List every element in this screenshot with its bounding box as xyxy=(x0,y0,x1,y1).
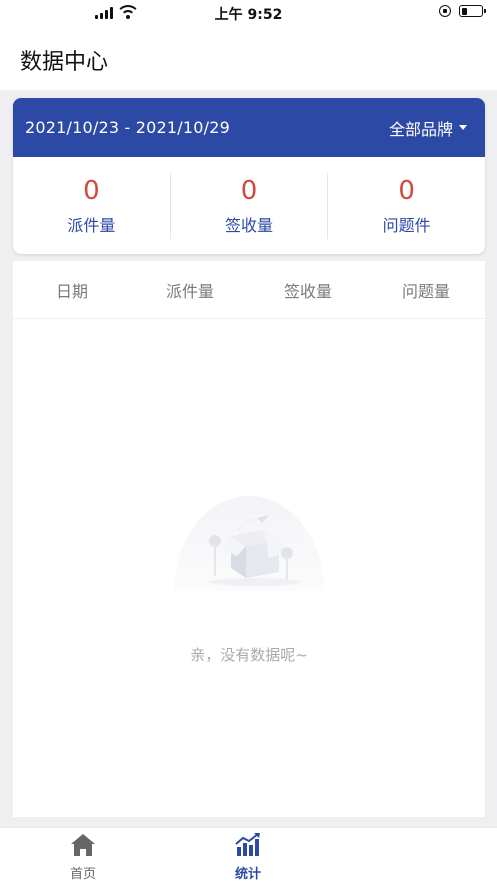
metric-label: 派件量 xyxy=(67,215,116,235)
column-header-problem: 问题量 xyxy=(401,281,450,301)
metric-label: 签收量 xyxy=(225,215,274,235)
tab-statistics[interactable]: 统计 xyxy=(218,833,278,882)
metric-signed[interactable]: 0 签收量 xyxy=(171,172,329,239)
summary-card: 2021/10/23 - 2021/10/29 全部品牌 0 派件量 0 签收量… xyxy=(13,98,485,254)
date-range-picker[interactable]: 2021/10/23 - 2021/10/29 xyxy=(25,118,230,137)
metric-value: 0 xyxy=(240,175,258,206)
table-header: 日期 派件量 签收量 问题量 xyxy=(13,261,485,319)
metric-value: 0 xyxy=(398,175,415,206)
bar-chart-icon xyxy=(235,833,260,856)
status-bar: 上午 9:52 xyxy=(0,0,497,26)
rotation-lock-icon xyxy=(439,5,451,17)
metrics-row: 0 派件量 0 签收量 0 问题件 xyxy=(13,157,485,254)
brand-filter-label: 全部品牌 xyxy=(388,119,453,139)
tab-label: 首页 xyxy=(69,867,96,882)
tab-label: 统计 xyxy=(234,867,261,882)
column-header-signed: 签收量 xyxy=(283,281,332,301)
stats-table: 日期 派件量 签收量 问题量 亲，没有数据呢~ xyxy=(13,261,485,817)
empty-box-illustration xyxy=(169,496,329,596)
summary-card-header: 2021/10/23 - 2021/10/29 全部品牌 xyxy=(13,98,485,157)
column-header-date: 日期 xyxy=(55,281,88,301)
battery-icon xyxy=(459,5,486,17)
metric-value: 0 xyxy=(83,175,100,206)
tab-bar: 首页 统计 xyxy=(0,827,497,883)
metric-label: 问题件 xyxy=(382,215,431,235)
metric-dispatch[interactable]: 0 派件量 xyxy=(13,172,171,239)
column-header-dispatch: 派件量 xyxy=(165,281,214,301)
page-title: 数据中心 xyxy=(20,50,109,75)
status-right xyxy=(439,5,486,17)
brand-filter-dropdown[interactable]: 全部品牌 xyxy=(389,116,467,140)
caret-down-icon xyxy=(459,125,467,130)
empty-state: 亲，没有数据呢~ xyxy=(13,496,485,665)
metric-problem[interactable]: 0 问题件 xyxy=(328,173,485,239)
status-time: 上午 9:52 xyxy=(214,7,283,23)
app-header: 数据中心 xyxy=(0,26,497,90)
home-icon xyxy=(71,834,95,856)
empty-state-message: 亲，没有数据呢~ xyxy=(190,646,308,664)
tab-home[interactable]: 首页 xyxy=(53,833,113,882)
